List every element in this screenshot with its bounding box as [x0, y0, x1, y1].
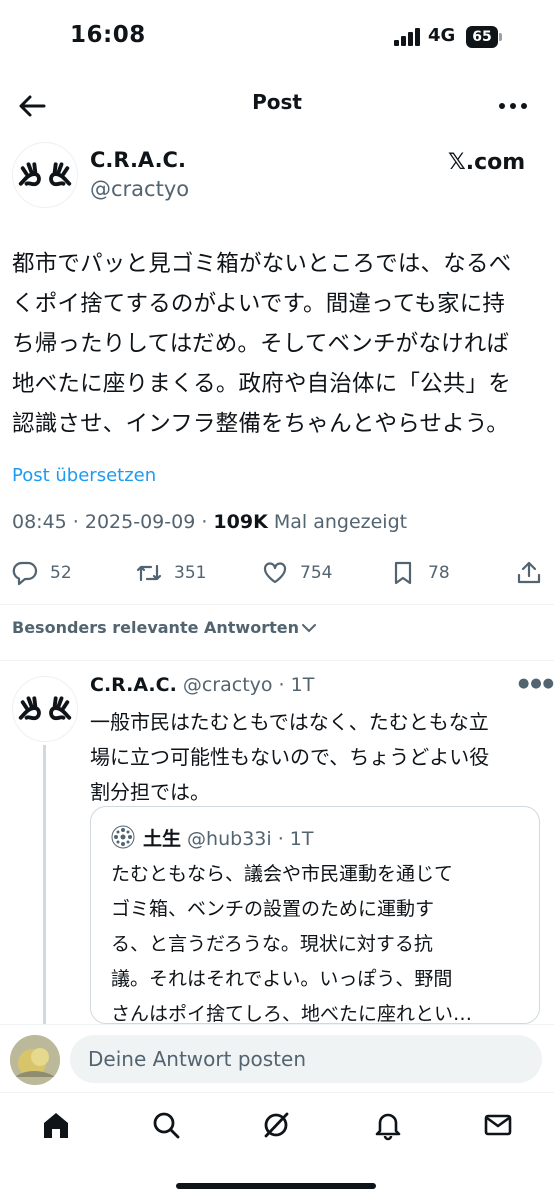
reply-header: C.R.A.C. @cractyo · 1T [90, 674, 314, 696]
network-type: 4G [428, 25, 456, 46]
tweet-line: 都市でパッと見ゴミ箱がないところでは、なるべ [12, 251, 512, 277]
translate-link[interactable]: Post übersetzen [12, 465, 156, 486]
tweet-text: 都市でパッと見ゴミ箱がないところでは、なるべ くポイ捨てするのがよいです。間違っ… [12, 244, 544, 444]
reply-compose-bar [0, 1024, 554, 1092]
quote-line: さんはポイ捨てしろ、地べたに座れとい… [111, 1003, 473, 1024]
user-avatar[interactable] [10, 1035, 60, 1085]
chevron-down-icon [299, 618, 316, 637]
reply-author-handle[interactable]: @cractyo · 1T [177, 674, 315, 696]
tweet-timestamp: 08:45 · 2025-09-09 · [12, 511, 214, 533]
bookmark-icon [394, 561, 412, 585]
view-count[interactable]: 109K [213, 511, 267, 533]
quote-author-name: 土生 [143, 828, 182, 850]
search-icon[interactable] [150, 1109, 182, 1141]
tweet-line: ち帰ったりしてはだめ。そしてベンチがなければ [12, 331, 510, 357]
page-title: Post [252, 90, 302, 114]
reply-line: 一般市民はたむともではなく、たむともな立 [90, 710, 489, 734]
author-handle[interactable]: @cractyo [90, 177, 189, 201]
reply-more-icon[interactable]: ●●● [518, 676, 554, 691]
grok-icon[interactable] [260, 1109, 292, 1141]
tweet-actions: 52 351 754 78 [0, 556, 554, 590]
bookmark-count: 78 [428, 563, 450, 583]
author-avatar[interactable] [12, 142, 78, 208]
reply-count: 52 [50, 563, 72, 583]
share-icon [517, 561, 541, 584]
quote-line: 議。それはそれでよい。いっぽう、野間 [111, 968, 453, 990]
quoted-post[interactable]: 土生 @hub33i · 1T たむともなら、議会や市民運動を通じて ゴミ箱、ベ… [90, 806, 540, 1024]
like-button[interactable]: 754 [262, 556, 332, 590]
divider [0, 604, 554, 605]
notifications-bell-icon[interactable] [372, 1109, 404, 1141]
reply-button[interactable]: 52 [12, 556, 72, 590]
messages-envelope-icon[interactable] [482, 1109, 514, 1141]
replies-sort-dropdown[interactable]: Besonders relevante Antworten [12, 618, 316, 637]
reply-line: 割分担では。 [90, 780, 210, 804]
quote-line: る、と言うだろうな。現状に対する抗 [111, 933, 433, 955]
heart-icon [263, 562, 287, 584]
share-button[interactable] [516, 556, 542, 590]
reply-author-avatar[interactable] [12, 676, 78, 742]
quote-text: たむともなら、議会や市民運動を通じて ゴミ箱、ベンチの設置のために運動す る、と… [111, 857, 531, 1024]
home-icon[interactable] [40, 1109, 72, 1141]
home-indicator [176, 1183, 376, 1189]
speech-bubble-icon [12, 561, 38, 586]
tweet-meta: 08:45 · 2025-09-09 · 109K Mal angezeigt [12, 511, 407, 533]
thread-line [43, 745, 46, 1025]
status-time: 16:08 [70, 22, 146, 48]
quote-line: ゴミ箱、ベンチの設置のために運動す [111, 898, 435, 920]
views-suffix: Mal angezeigt [267, 511, 408, 533]
status-bar: 16:08 4G 65 [0, 0, 554, 76]
quote-author-avatar [111, 825, 135, 849]
reply-text: 一般市民はたむともではなく、たむともな立 場に立つ可能性もないので、ちょうどよい… [90, 705, 540, 810]
post-header: Post [0, 78, 554, 134]
repost-button[interactable]: 351 [136, 556, 206, 590]
more-dots-icon[interactable] [496, 94, 530, 118]
quote-author-handle: @hub33i · 1T [181, 828, 314, 850]
battery-icon: 65 [466, 26, 502, 48]
tweet-line: 認識させ、インフラ整備をちゃんとやらせよう。 [12, 411, 509, 437]
signal-icon [394, 28, 422, 46]
replies-sort-label: Besonders relevante Antworten [12, 618, 299, 637]
author-name[interactable]: C.R.A.C. [90, 148, 186, 172]
repost-arrows-icon [136, 564, 162, 582]
repost-count: 351 [174, 563, 207, 583]
like-count: 754 [300, 563, 333, 583]
reply-input[interactable] [70, 1035, 542, 1083]
divider [0, 660, 554, 661]
bookmark-button[interactable]: 78 [390, 556, 450, 590]
quote-line: たむともなら、議会や市民運動を通じて [111, 863, 454, 885]
quote-header: 土生 @hub33i · 1T [143, 824, 313, 851]
reply-line: 場に立つ可能性もないので、ちょうどよい役 [90, 745, 490, 769]
battery-level: 65 [466, 26, 498, 48]
tweet-line: 地べたに座りまくる。政府や自治体に「公共」を [12, 371, 511, 397]
tweet-line: くポイ捨てするのがよいです。間違っても家に持 [12, 291, 506, 317]
reply-author-name[interactable]: C.R.A.C. [90, 674, 177, 696]
x-logo: 𝕏.com [448, 150, 526, 175]
